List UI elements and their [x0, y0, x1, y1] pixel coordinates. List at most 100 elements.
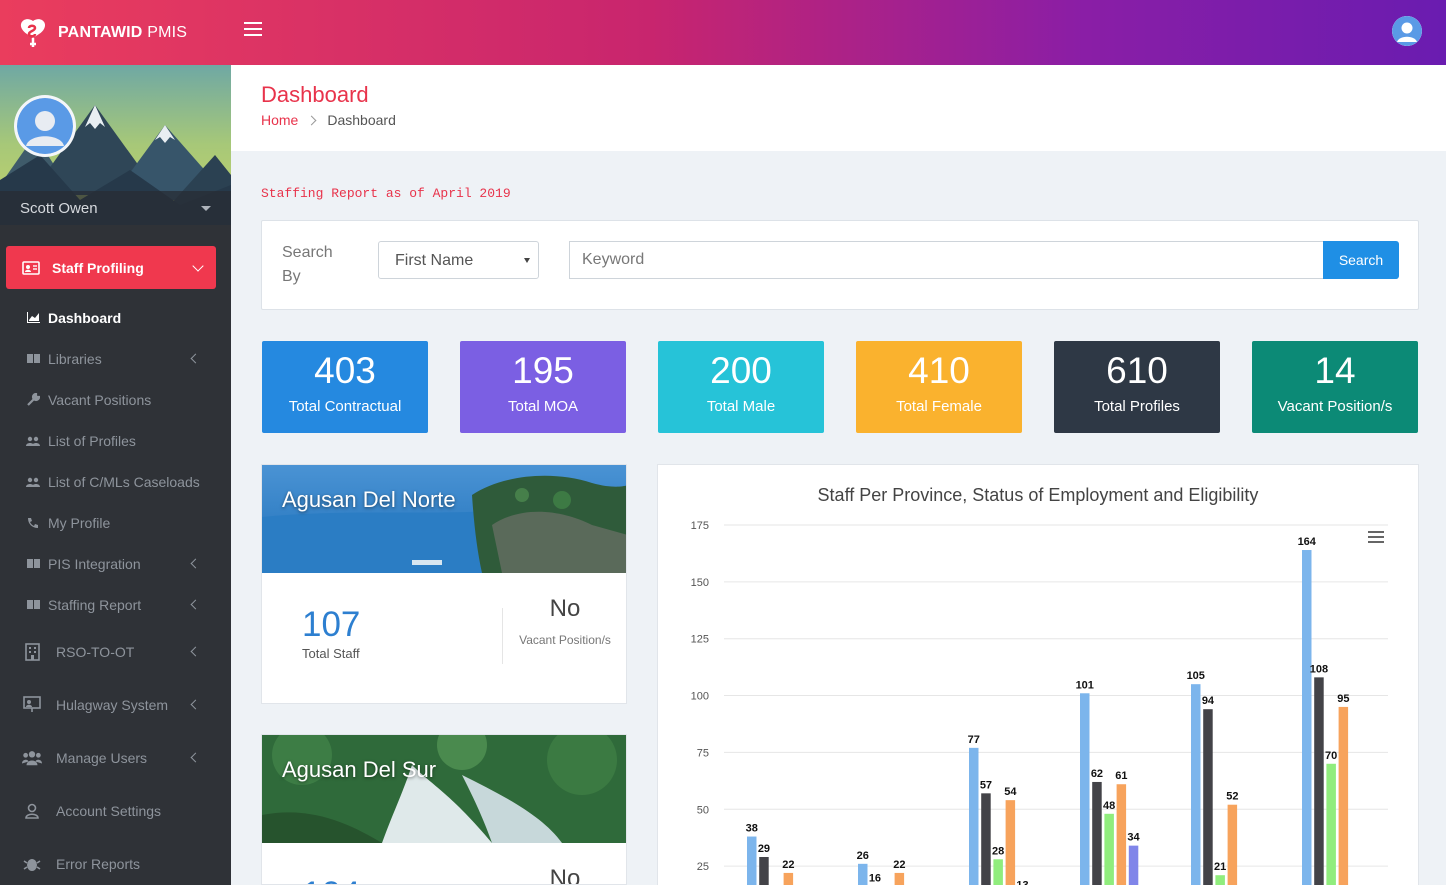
brand-name: PANTAWID PMIS [58, 24, 187, 42]
sidebar-item-label: List of C/MLs Caseloads [48, 473, 200, 490]
caret-down-icon[interactable] [201, 206, 211, 211]
bar [1128, 845, 1139, 885]
sidebar-item-my-profile[interactable]: My Profile [0, 502, 231, 543]
menu-toggle-icon[interactable] [244, 22, 262, 36]
bar [1104, 813, 1114, 885]
book-icon [26, 558, 40, 570]
sidebar-item-list-of-profiles[interactable]: List of Profiles [0, 420, 231, 461]
wrench-icon [26, 393, 40, 406]
bar [1116, 784, 1127, 885]
chevron-left-icon [190, 646, 201, 657]
bar [1227, 804, 1238, 885]
presentation-icon [22, 696, 42, 714]
stat-label: Total MOA [507, 398, 579, 415]
sidebar-item-hulagway-system[interactable]: Hulagway System [0, 678, 231, 731]
sidebar-item-libraries[interactable]: Libraries [0, 338, 231, 379]
bar [981, 793, 991, 885]
brand[interactable]: PANTAWID PMIS [16, 16, 187, 50]
bar [1326, 763, 1336, 885]
search-button[interactable]: Search [1323, 241, 1399, 279]
sidebar-item-label: My Profile [48, 514, 111, 531]
y-tick-label: 50 [697, 804, 709, 816]
search-field-select-value: First Name [395, 252, 474, 269]
book-icon [26, 353, 40, 365]
staff-profiling-button[interactable]: Staff Profiling [6, 246, 216, 289]
data-label: 52 [1226, 791, 1238, 803]
y-tick-label: 175 [691, 520, 709, 532]
chevron-left-icon [190, 599, 201, 610]
user-avatar-icon[interactable] [1392, 16, 1422, 46]
stat-card-male[interactable]: 200 Total Male [658, 341, 824, 433]
bar [1005, 800, 1016, 885]
bar [993, 859, 1003, 885]
y-tick-label: 150 [691, 577, 709, 589]
sidebar-item-error-reports[interactable]: Error Reports [0, 837, 231, 885]
stat-value: 200 [710, 350, 772, 391]
brand-logo-icon [16, 16, 50, 50]
data-label: 13 [1016, 879, 1028, 885]
breadcrumb-current: Dashboard [327, 112, 396, 128]
sidebar-item-caseloads[interactable]: List of C/MLs Caseloads [0, 461, 231, 502]
main-content: Dashboard Home Dashboard Staffing Report… [231, 65, 1446, 885]
profile-name-bar[interactable]: Scott Owen [0, 191, 231, 225]
sidebar-item-manage-users[interactable]: Manage Users [0, 731, 231, 784]
sidebar-item-dashboard[interactable]: Dashboard [0, 297, 231, 338]
province-vacant-value: No [549, 865, 581, 885]
bar [1203, 709, 1213, 885]
stat-card-profiles[interactable]: 610 Total Profiles [1054, 341, 1220, 433]
search-input[interactable] [569, 241, 1324, 279]
data-label: 62 [1091, 768, 1103, 780]
users-icon [26, 435, 40, 447]
province-staff-count: 107 [302, 605, 361, 644]
data-label: 108 [1310, 663, 1328, 675]
staffing-report-note: Staffing Report as of April 2019 [261, 186, 511, 201]
stat-label: Total Female [896, 398, 982, 415]
data-label: 16 [869, 873, 881, 885]
sidebar-item-account-settings[interactable]: Account Settings [0, 784, 231, 837]
search-field-select[interactable]: First Name [378, 241, 539, 279]
data-label: 61 [1115, 770, 1127, 782]
breadcrumb-home-link[interactable]: Home [261, 112, 298, 128]
data-label: 57 [980, 779, 992, 791]
stat-value: 14 [1314, 350, 1356, 391]
profile-banner: Scott Owen [0, 65, 231, 225]
sidebar-item-label: PIS Integration [48, 555, 141, 572]
stat-card-female[interactable]: 410 Total Female [856, 341, 1022, 433]
stat-card-vacant[interactable]: 14 Vacant Position/s [1252, 341, 1418, 433]
province-card[interactable]: Agusan Del Sur 104 No [261, 734, 627, 885]
sidebar-item-label: Error Reports [56, 855, 141, 872]
sidebar-item-label: RSO-TO-OT [56, 643, 135, 660]
sidebar-item-rso-to-ot[interactable]: RSO-TO-OT [0, 625, 231, 678]
data-label: 164 [1298, 536, 1317, 548]
profile-avatar-icon[interactable] [14, 95, 76, 157]
users-group-icon [22, 749, 42, 767]
stat-card-contractual[interactable]: 403 Total Contractual [262, 341, 428, 433]
caret-down-icon [524, 258, 530, 263]
sidebar: Scott Owen Staff Profiling Dashboard Lib… [0, 65, 231, 885]
bar [858, 863, 868, 885]
stat-label: Total Profiles [1094, 398, 1180, 415]
province-card[interactable]: Agusan Del Norte 107 Total Staff No Vaca… [261, 464, 627, 704]
sidebar-item-vacant-positions[interactable]: Vacant Positions [0, 379, 231, 420]
stat-label: Total Contractual [288, 398, 402, 415]
stat-value: 195 [512, 350, 574, 391]
sidebar-item-label: Vacant Positions [48, 391, 152, 408]
data-label: 48 [1103, 800, 1115, 812]
y-tick-label: 75 [697, 747, 709, 759]
sidebar-item-label: Libraries [48, 350, 102, 367]
data-label: 22 [893, 859, 905, 871]
stat-value: 410 [908, 350, 970, 391]
province-photo: Agusan Del Norte [262, 465, 626, 573]
sidebar-item-pis-integration[interactable]: PIS Integration [0, 543, 231, 584]
sidebar-nav: Dashboard Libraries Vacant Positions Lis… [0, 297, 231, 885]
data-label: 95 [1337, 693, 1349, 705]
sidebar-item-staffing-report[interactable]: Staffing Report [0, 584, 231, 625]
sidebar-item-label: Manage Users [56, 749, 148, 766]
stat-card-moa[interactable]: 195 Total MOA [460, 341, 626, 433]
sidebar-item-label: Staffing Report [48, 596, 142, 613]
bar-chart: 25 50 75 100 125 150 175 3829 22 2616 22 77 57 28 54 13… [691, 520, 1388, 885]
data-label: 28 [992, 845, 1004, 857]
chevron-left-icon [190, 699, 201, 710]
bar [1080, 693, 1090, 885]
data-label: 70 [1325, 750, 1337, 762]
